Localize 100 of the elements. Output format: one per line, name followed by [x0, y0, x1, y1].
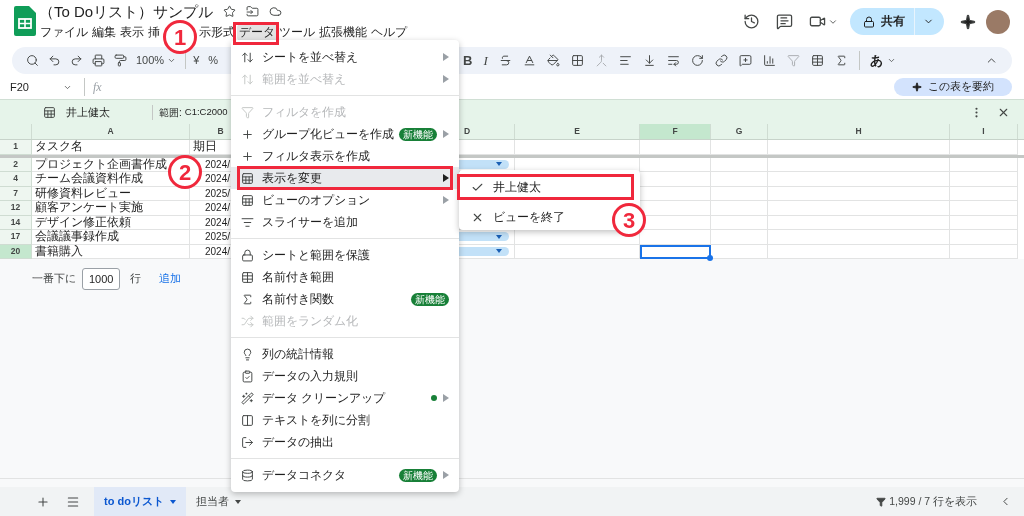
range-label: 範囲:	[152, 104, 182, 120]
cloud-icon[interactable]	[269, 5, 283, 18]
submenu-arrow-icon	[443, 130, 449, 138]
menu-bar-item[interactable]: ツール	[277, 23, 317, 41]
menu-item[interactable]: データコネクタ 新機能	[231, 464, 459, 486]
table-cell	[950, 140, 1018, 155]
dropdown-chip[interactable]	[459, 232, 509, 242]
table-cell	[950, 244, 1018, 259]
filter-lines-icon	[241, 215, 254, 229]
paint-format-icon[interactable]	[114, 54, 127, 67]
fill-handle[interactable]	[707, 255, 713, 261]
row-header[interactable]: 4	[0, 172, 32, 187]
history-icon[interactable]	[743, 13, 760, 30]
borders-icon[interactable]	[570, 54, 584, 67]
vertical-align-icon[interactable]	[642, 54, 656, 67]
zoom-dropdown[interactable]: 100%	[136, 52, 177, 69]
step-number: 1	[163, 20, 197, 54]
redo-icon[interactable]	[70, 54, 83, 67]
table-cell	[711, 201, 768, 216]
wrap-icon[interactable]	[666, 54, 680, 67]
bold-button[interactable]: B	[463, 50, 473, 71]
row-count-field[interactable]: 1000	[82, 268, 121, 290]
avatar-icon[interactable]	[986, 9, 1010, 34]
table-cell	[711, 230, 768, 245]
column-header[interactable]: H	[768, 124, 950, 139]
sort-icon	[241, 72, 254, 86]
chart-icon[interactable]	[762, 54, 776, 67]
dropdown-chip[interactable]	[459, 246, 509, 256]
row-count-status[interactable]: 1,999 / 7 行を表示	[876, 493, 977, 510]
table-cell	[711, 244, 768, 259]
lightbulb-icon	[241, 347, 254, 361]
menu-item[interactable]: シートを並べ替え	[231, 46, 459, 68]
link-icon[interactable]	[714, 54, 728, 67]
menu-bar-item[interactable]: 編集	[90, 23, 118, 41]
table-cell	[711, 140, 768, 155]
sheet-tab[interactable]: to doリスト	[94, 487, 186, 516]
menu-item[interactable]: データの入力規則	[231, 365, 459, 387]
table-cell	[640, 140, 711, 155]
menu-bar-item[interactable]: ファイル	[38, 23, 90, 41]
table-icon[interactable]	[810, 54, 824, 67]
comment-icon[interactable]	[776, 13, 793, 30]
search-icon[interactable]	[26, 54, 39, 67]
submenu-item[interactable]: ビューを終了	[463, 207, 573, 227]
plus-icon	[241, 149, 254, 163]
new-badge: 新機能	[399, 127, 437, 141]
filter-icon	[876, 496, 887, 507]
menu-bar-item[interactable]: 拡張機能	[317, 23, 369, 41]
name-box[interactable]: F20	[10, 78, 72, 96]
wand-icon	[241, 391, 254, 405]
menu-item[interactable]: 名前付き範囲	[231, 266, 459, 288]
column-header[interactable]: I	[950, 124, 1018, 139]
percent-button[interactable]: %	[208, 52, 219, 69]
add-comment-icon[interactable]	[738, 54, 752, 67]
table-cell: 書籍購入	[32, 244, 190, 259]
add-sheet-icon[interactable]	[36, 494, 50, 509]
align-icon[interactable]	[618, 54, 632, 67]
caret-icon	[167, 56, 177, 65]
menu-bar-item[interactable]: ヘルプ	[369, 23, 409, 41]
menu-bar-item[interactable]: 挿	[146, 23, 162, 41]
sheets-logo-icon[interactable]	[14, 6, 36, 36]
summarize-button[interactable]: この表を要約	[894, 78, 1012, 96]
undo-icon[interactable]	[48, 54, 61, 67]
text-color-icon[interactable]	[522, 54, 536, 67]
menu-item[interactable]: データの抽出	[231, 431, 459, 453]
column-header[interactable]: G	[711, 124, 768, 139]
document-title[interactable]: （To Doリスト）サンプル	[39, 2, 214, 21]
caret-icon	[496, 234, 502, 239]
dropdown-chip[interactable]	[459, 159, 509, 169]
sort-icon	[241, 50, 254, 64]
italic-button[interactable]: I	[483, 50, 488, 71]
rotate-icon[interactable]	[690, 54, 704, 67]
row-header[interactable]: 12	[0, 201, 32, 216]
folder-icon[interactable]	[246, 5, 260, 18]
strikethrough-icon[interactable]	[498, 54, 512, 67]
menu-item[interactable]: テキストを列に分割	[231, 409, 459, 431]
sheet-tab[interactable]: 担当者	[185, 487, 251, 516]
column-header[interactable]: F	[640, 124, 711, 139]
menu-item[interactable]: 列の統計情報	[231, 343, 459, 365]
fill-color-icon[interactable]	[546, 54, 560, 67]
star-icon[interactable]	[223, 5, 237, 18]
row-header[interactable]: 1	[0, 140, 32, 155]
add-link[interactable]: 追加	[159, 271, 182, 287]
menu-bar-item[interactable]: 表示	[118, 23, 146, 41]
print-icon[interactable]	[92, 54, 105, 67]
rows-label: 行	[130, 271, 142, 287]
sparkle-icon[interactable]	[960, 13, 976, 30]
shuffle-icon	[241, 314, 254, 328]
submenu-item[interactable]: 井上健太	[463, 177, 549, 197]
menu-item[interactable]: 名前付き関数 新機能	[231, 288, 459, 310]
column-header[interactable]: A	[32, 124, 190, 139]
input-tools-dropdown[interactable]: あ	[858, 50, 896, 71]
row-header[interactable]: 17	[0, 230, 32, 245]
database-icon	[241, 468, 254, 482]
filter-icon	[241, 105, 254, 119]
submenu-arrow-icon	[443, 394, 449, 402]
filter-view-name[interactable]: 井上健太	[66, 103, 110, 121]
share-button[interactable]: 共有	[850, 8, 914, 35]
table-icon	[43, 105, 56, 119]
submenu-arrow-icon	[443, 196, 449, 204]
menu-item[interactable]: データ クリーンアップ	[231, 387, 459, 409]
